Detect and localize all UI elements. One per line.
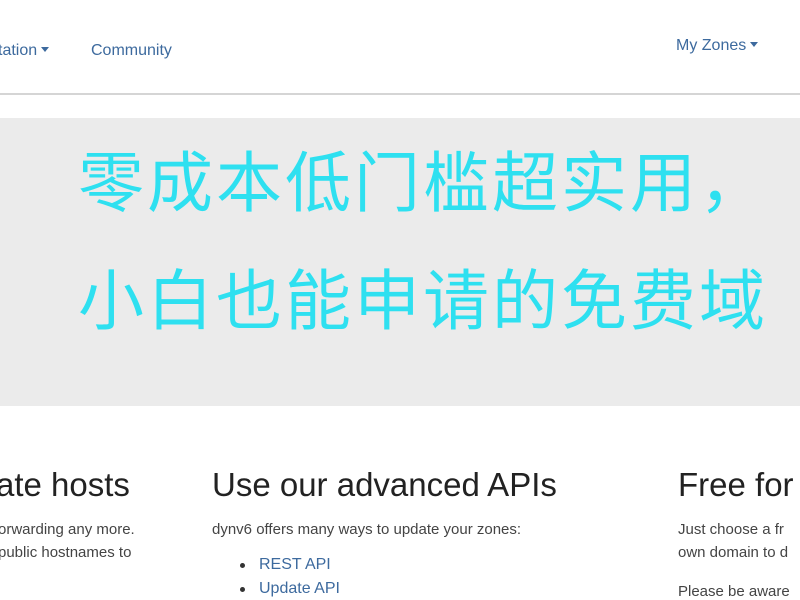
list-item: REST API — [240, 553, 340, 577]
nav-documentation-label: tation — [0, 42, 38, 59]
update-api-link[interactable]: Update API — [259, 580, 340, 597]
rest-api-link[interactable]: REST API — [259, 556, 331, 573]
feature-text-line: orwarding any more. — [0, 521, 135, 538]
feature-text-free: Just choose a fr own domain to d — [678, 518, 788, 564]
nav-documentation-dropdown[interactable]: tation — [0, 42, 50, 60]
hero-headline-line-2: 小白也能申请的免费域 — [78, 263, 768, 340]
feature-text-line: own domain to d — [678, 544, 789, 561]
nav-community-link[interactable]: Community — [91, 42, 172, 60]
bullet-dot-icon — [240, 563, 245, 568]
feature-text-apis: dynv6 offers many ways to update your zo… — [212, 521, 522, 538]
feature-note-free: Please be aware — [678, 583, 790, 600]
api-link-list: REST API Update API — [240, 553, 340, 600]
hero-banner: 零成本低门槛超实用， 小白也能申请的免费域 — [0, 118, 800, 406]
hero-headline-line-1: 零成本低门槛超实用， — [78, 145, 768, 222]
nav-my-zones-dropdown[interactable]: My Zones — [676, 37, 759, 55]
bullet-dot-icon — [240, 587, 245, 592]
feature-text-hosts: orwarding any more. public hostnames to — [0, 518, 135, 564]
feature-heading-hosts: ate hosts — [0, 466, 130, 503]
feature-heading-free: Free for — [678, 466, 794, 503]
caret-down-icon — [41, 47, 50, 52]
feature-text-line: public hostnames to — [0, 544, 132, 561]
feature-heading-apis: Use our advanced APIs — [212, 466, 557, 503]
feature-text-line: Just choose a fr — [678, 521, 784, 538]
caret-down-icon — [750, 42, 759, 47]
top-navbar: tation Community My Zones — [0, 0, 800, 95]
list-item: Update API — [240, 577, 340, 600]
nav-my-zones-label: My Zones — [676, 37, 747, 54]
